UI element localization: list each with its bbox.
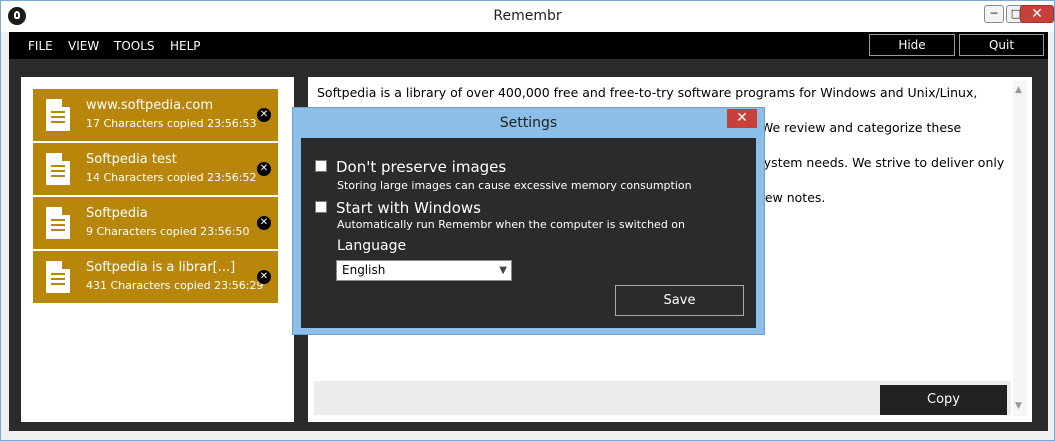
dialog-close-button[interactable]: ✕ [727,109,757,128]
window-title: Remembr [493,8,562,24]
language-value: English [342,263,386,277]
clip-title: www.softpedia.com [86,98,213,113]
start-with-windows-checkbox[interactable] [315,201,327,213]
option-label: Don't preserve images [336,158,507,176]
clip-meta: 431 Characters copied 23:56:29 [86,279,264,292]
option-description: Storing large images can cause excessive… [337,179,692,192]
menu-view[interactable]: VIEW [68,39,99,53]
content-scrollbar[interactable] [1013,81,1027,416]
language-select[interactable]: English ▼ [336,260,512,281]
option-label: Start with Windows [336,199,481,217]
chevron-down-icon: ▼ [499,265,507,276]
quit-button[interactable]: Quit [959,34,1044,56]
preserve-images-checkbox[interactable] [315,160,327,172]
document-icon [46,99,70,131]
copy-button[interactable]: Copy [880,385,1007,415]
app-window: Remembr ─ □ ✕ FILE VIEW TOOLS HELP Hide … [0,0,1055,441]
clip-item[interactable]: Softpedia 9 Characters copied 23:56:50 ✕ [33,197,278,249]
scroll-down-icon[interactable]: ▼ [1015,401,1022,411]
clip-item[interactable]: Softpedia test 14 Characters copied 23:5… [33,143,278,195]
clip-meta: 17 Characters copied 23:56:53 [86,117,257,130]
language-label: Language [337,238,407,254]
menu-help[interactable]: HELP [170,39,201,53]
menu-tools[interactable]: TOOLS [114,39,155,53]
close-circle-icon[interactable]: ✕ [257,216,271,230]
clip-item[interactable]: Softpedia is a librar[...] 431 Character… [33,251,278,303]
document-icon [46,207,70,239]
option-description: Automatically run Remembr when the compu… [337,218,685,231]
clip-title: Softpedia [86,206,148,221]
menu-file[interactable]: FILE [28,39,53,53]
scroll-up-icon[interactable]: ▲ [1015,85,1022,95]
close-circle-icon[interactable]: ✕ [257,270,271,284]
document-icon [46,261,70,293]
clip-meta: 14 Characters copied 23:56:52 [86,171,257,184]
save-button[interactable]: Save [615,285,744,316]
clip-title: Softpedia is a librar[...] [86,260,236,275]
clip-title: Softpedia test [86,152,177,167]
clip-meta: 9 Characters copied 23:56:50 [86,225,250,238]
hide-button[interactable]: Hide [869,34,955,56]
menu-bar: FILE VIEW TOOLS HELP Hide Quit [9,32,1048,59]
title-bar[interactable]: Remembr ─ □ ✕ [1,1,1054,32]
close-window-button[interactable]: ✕ [1020,5,1054,23]
document-icon [46,153,70,185]
clip-item[interactable]: www.softpedia.com 17 Characters copied 2… [33,89,278,141]
dialog-title: Settings [499,115,558,131]
close-circle-icon[interactable]: ✕ [257,162,271,176]
close-circle-icon[interactable]: ✕ [257,108,271,122]
minimize-button[interactable]: ─ [984,5,1004,23]
